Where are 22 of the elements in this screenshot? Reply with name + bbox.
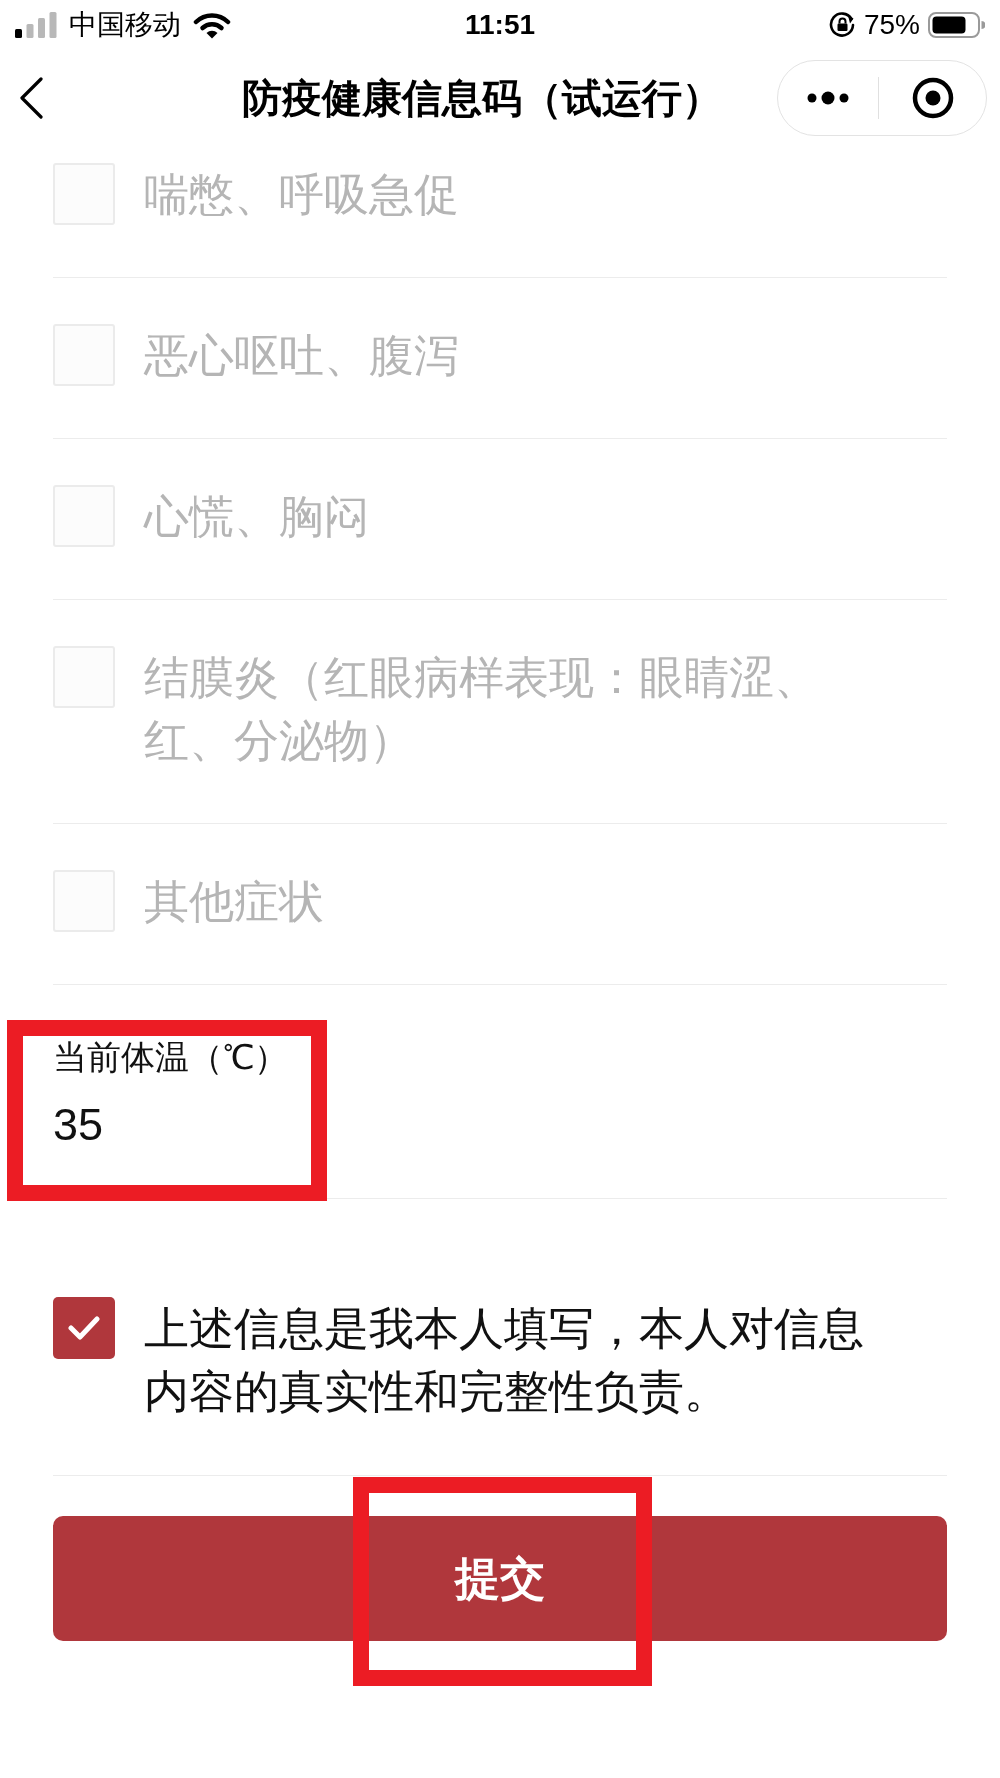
symptom-label: 心慌、胸闷	[144, 490, 370, 544]
wifi-icon	[193, 11, 231, 39]
battery-icon	[928, 12, 985, 38]
declaration-text: 上述信息是我本人填写，本人对信息内容的真实性和完整性负责。	[144, 1302, 865, 1419]
symptom-label: 喘憋、呼吸急促	[144, 168, 460, 222]
temperature-input[interactable]: 35	[53, 1097, 947, 1153]
battery-percentage: 75%	[863, 8, 920, 42]
checkbox[interactable]	[53, 1297, 115, 1359]
status-time: 11:51	[464, 8, 536, 42]
page-title: 防疫健康信息码（试运行）	[241, 75, 722, 122]
symptom-label: 结膜炎（红眼病样表现：眼睛涩、红、分泌物）	[144, 651, 820, 768]
symptom-label: 恶心呕吐、腹泻	[144, 329, 460, 383]
back-icon	[18, 77, 44, 119]
rotation-lock-icon	[828, 12, 856, 38]
carrier-name: 中国移动	[69, 8, 181, 42]
circle-dot-icon	[911, 77, 954, 119]
more-icon	[807, 91, 849, 105]
signal-icon	[15, 12, 57, 38]
symptom-label: 其他症状	[144, 875, 325, 929]
submit-button[interactable]: 提交	[53, 1516, 947, 1641]
check-icon	[68, 1316, 100, 1340]
temperature-label: 当前体温（℃）	[53, 1037, 289, 1078]
